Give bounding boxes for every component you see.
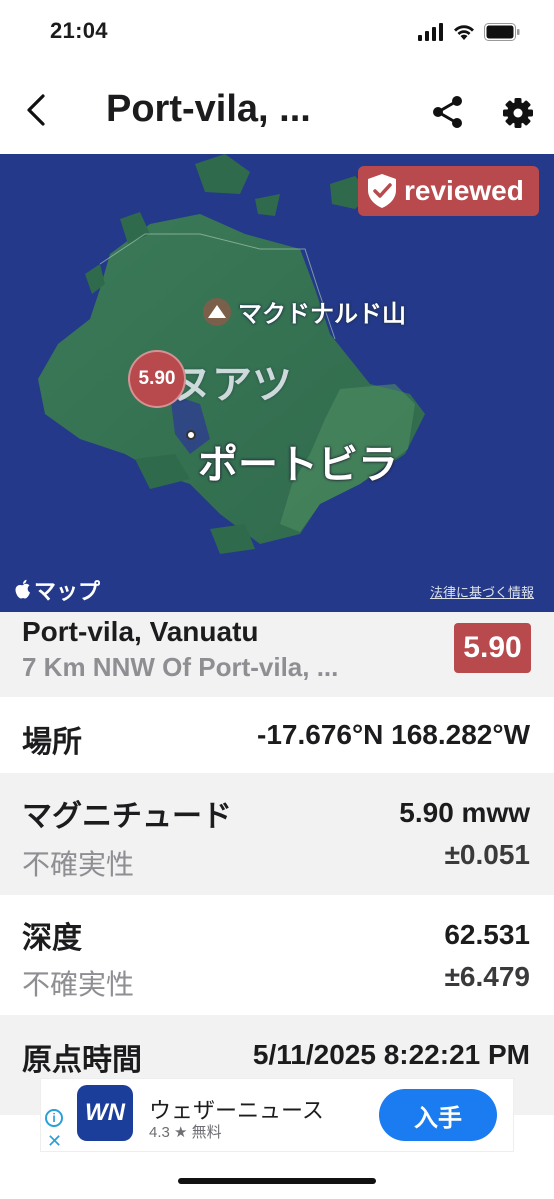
home-indicator	[178, 1178, 376, 1184]
reviewed-label: reviewed	[404, 175, 524, 206]
share-button[interactable]	[428, 92, 468, 132]
apple-logo-icon	[15, 579, 30, 599]
ad-rating: 4.3 ★ 無料	[149, 1124, 222, 1141]
cellular-signal-icon	[418, 23, 443, 41]
share-icon	[433, 96, 462, 128]
magnitude-badge: 5.90	[454, 623, 531, 673]
status-bar: 21:04	[0, 0, 554, 64]
depth-uncertainty-label: 不確実性	[22, 969, 135, 1000]
depth-row: 深度 62.531 不確実性 ±6.479	[0, 895, 554, 1015]
quake-subtitle: 7 Km NNW Of Port-vila, ...	[22, 652, 339, 682]
quake-summary: Port-vila, Vanuatu 7 Km NNW Of Port-vila…	[0, 612, 554, 697]
ad-info-icon[interactable]: i	[45, 1109, 63, 1127]
shield-check-icon	[368, 174, 396, 208]
depth-label: 深度	[22, 922, 82, 955]
ad-app-icon: WN	[77, 1085, 133, 1141]
ad-banner[interactable]: i ✕ WN ウェザーニュース 4.3 ★ 無料 入手	[40, 1078, 514, 1152]
location-row: 場所 -17.676°N 168.282°W	[0, 697, 554, 773]
reviewed-badge: reviewed	[358, 166, 539, 216]
city-marker-dot	[186, 430, 196, 440]
location-value: -17.676°N 168.282°W	[257, 719, 530, 750]
magnitude-uncertainty-value: ±0.051	[444, 839, 530, 870]
map-view[interactable]: reviewed マクドナルド山 ヌアツ ポートビラ 5.90 マップ 法律に基…	[0, 154, 554, 612]
magnitude-row: マグニチュード 5.90 mww 不確実性 ±0.051	[0, 773, 554, 895]
depth-uncertainty-value: ±6.479	[444, 961, 530, 992]
settings-button[interactable]	[498, 93, 538, 133]
quake-place: Port-vila, Vanuatu	[22, 616, 259, 647]
status-icons	[418, 21, 520, 43]
battery-icon	[484, 23, 520, 41]
map-attribution: マップ	[14, 574, 100, 606]
map-poi[interactable]: マクドナルド山	[202, 294, 406, 329]
poi-label: マクドナルド山	[238, 301, 406, 328]
legal-link[interactable]: 法律に基づく情報	[430, 582, 534, 601]
magnitude-label: マグニチュード	[22, 800, 232, 833]
ad-install-button[interactable]: 入手	[379, 1089, 497, 1141]
status-time: 21:04	[50, 18, 108, 43]
origin-time-value: 5/11/2025 8:22:21 PM	[252, 1039, 530, 1070]
mountain-icon	[203, 297, 231, 326]
chevron-left-icon	[27, 94, 45, 126]
navigation-bar: Port-vila, ...	[0, 64, 554, 154]
magnitude-marker[interactable]: 5.90	[128, 350, 186, 408]
magnitude-value: 5.90 mww	[399, 797, 530, 828]
origin-time-label: 原点時間	[22, 1044, 142, 1077]
wifi-icon	[454, 25, 474, 40]
magnitude-uncertainty-label: 不確実性	[22, 849, 135, 880]
map-brand-label: マップ	[34, 579, 101, 604]
country-label: ヌアツ	[172, 363, 292, 407]
ad-close-icon[interactable]: ✕	[47, 1131, 62, 1152]
depth-value: 62.531	[444, 919, 530, 950]
gear-icon	[503, 98, 533, 128]
location-label: 場所	[22, 726, 82, 759]
city-label: ポートビラ	[198, 443, 398, 487]
back-button[interactable]	[18, 90, 54, 130]
page-title: Port-vila, ...	[106, 88, 311, 130]
